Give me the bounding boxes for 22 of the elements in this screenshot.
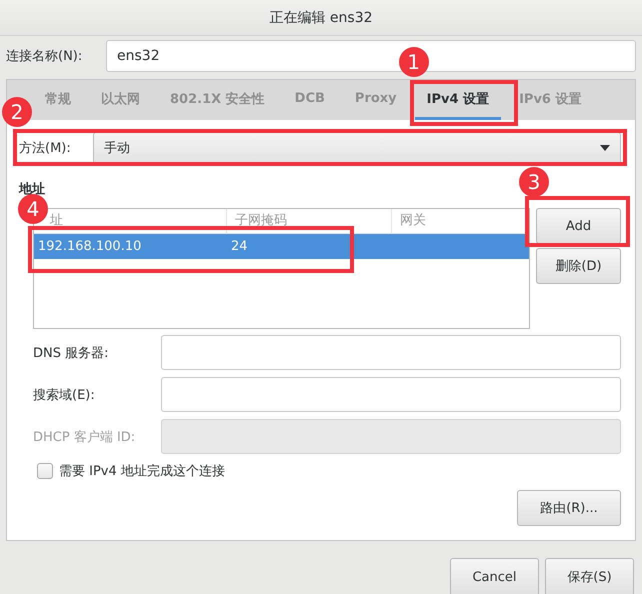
input-field[interactable] xyxy=(161,335,621,370)
table-cell-text: 24 xyxy=(230,239,249,254)
tab[interactable]: IPv4 设置 xyxy=(414,80,502,120)
dialog-button[interactable]: 保存(S) xyxy=(545,558,634,594)
checkbox[interactable] xyxy=(37,463,53,479)
table-cell-text: 192.168.100.10 xyxy=(37,239,142,254)
field-label: DNS 服务器: xyxy=(33,344,110,362)
column-header: 子网掩码 xyxy=(227,209,392,233)
field-label: 连接名称(N): xyxy=(6,48,84,65)
column-header: 网关 xyxy=(392,209,529,233)
field-label: 方法(M): xyxy=(19,140,72,157)
routes-button[interactable]: 路由(R)... xyxy=(517,490,621,526)
field-label: 搜索域(E): xyxy=(33,386,96,404)
table-button[interactable]: Add xyxy=(536,208,621,244)
table-button[interactable]: 删除(D) xyxy=(536,248,621,284)
dialog-button[interactable]: Cancel xyxy=(450,558,539,594)
method-dropdown[interactable]: 手动 xyxy=(93,132,621,164)
input-field[interactable] xyxy=(161,377,621,412)
window-title: 正在编辑 ens32 xyxy=(269,8,373,26)
checkbox-label: 需要 IPv4 地址完成这个连接 xyxy=(59,463,225,480)
field-label: DHCP 客户端 ID: xyxy=(33,428,136,446)
dropdown-arrow-icon xyxy=(600,145,610,151)
